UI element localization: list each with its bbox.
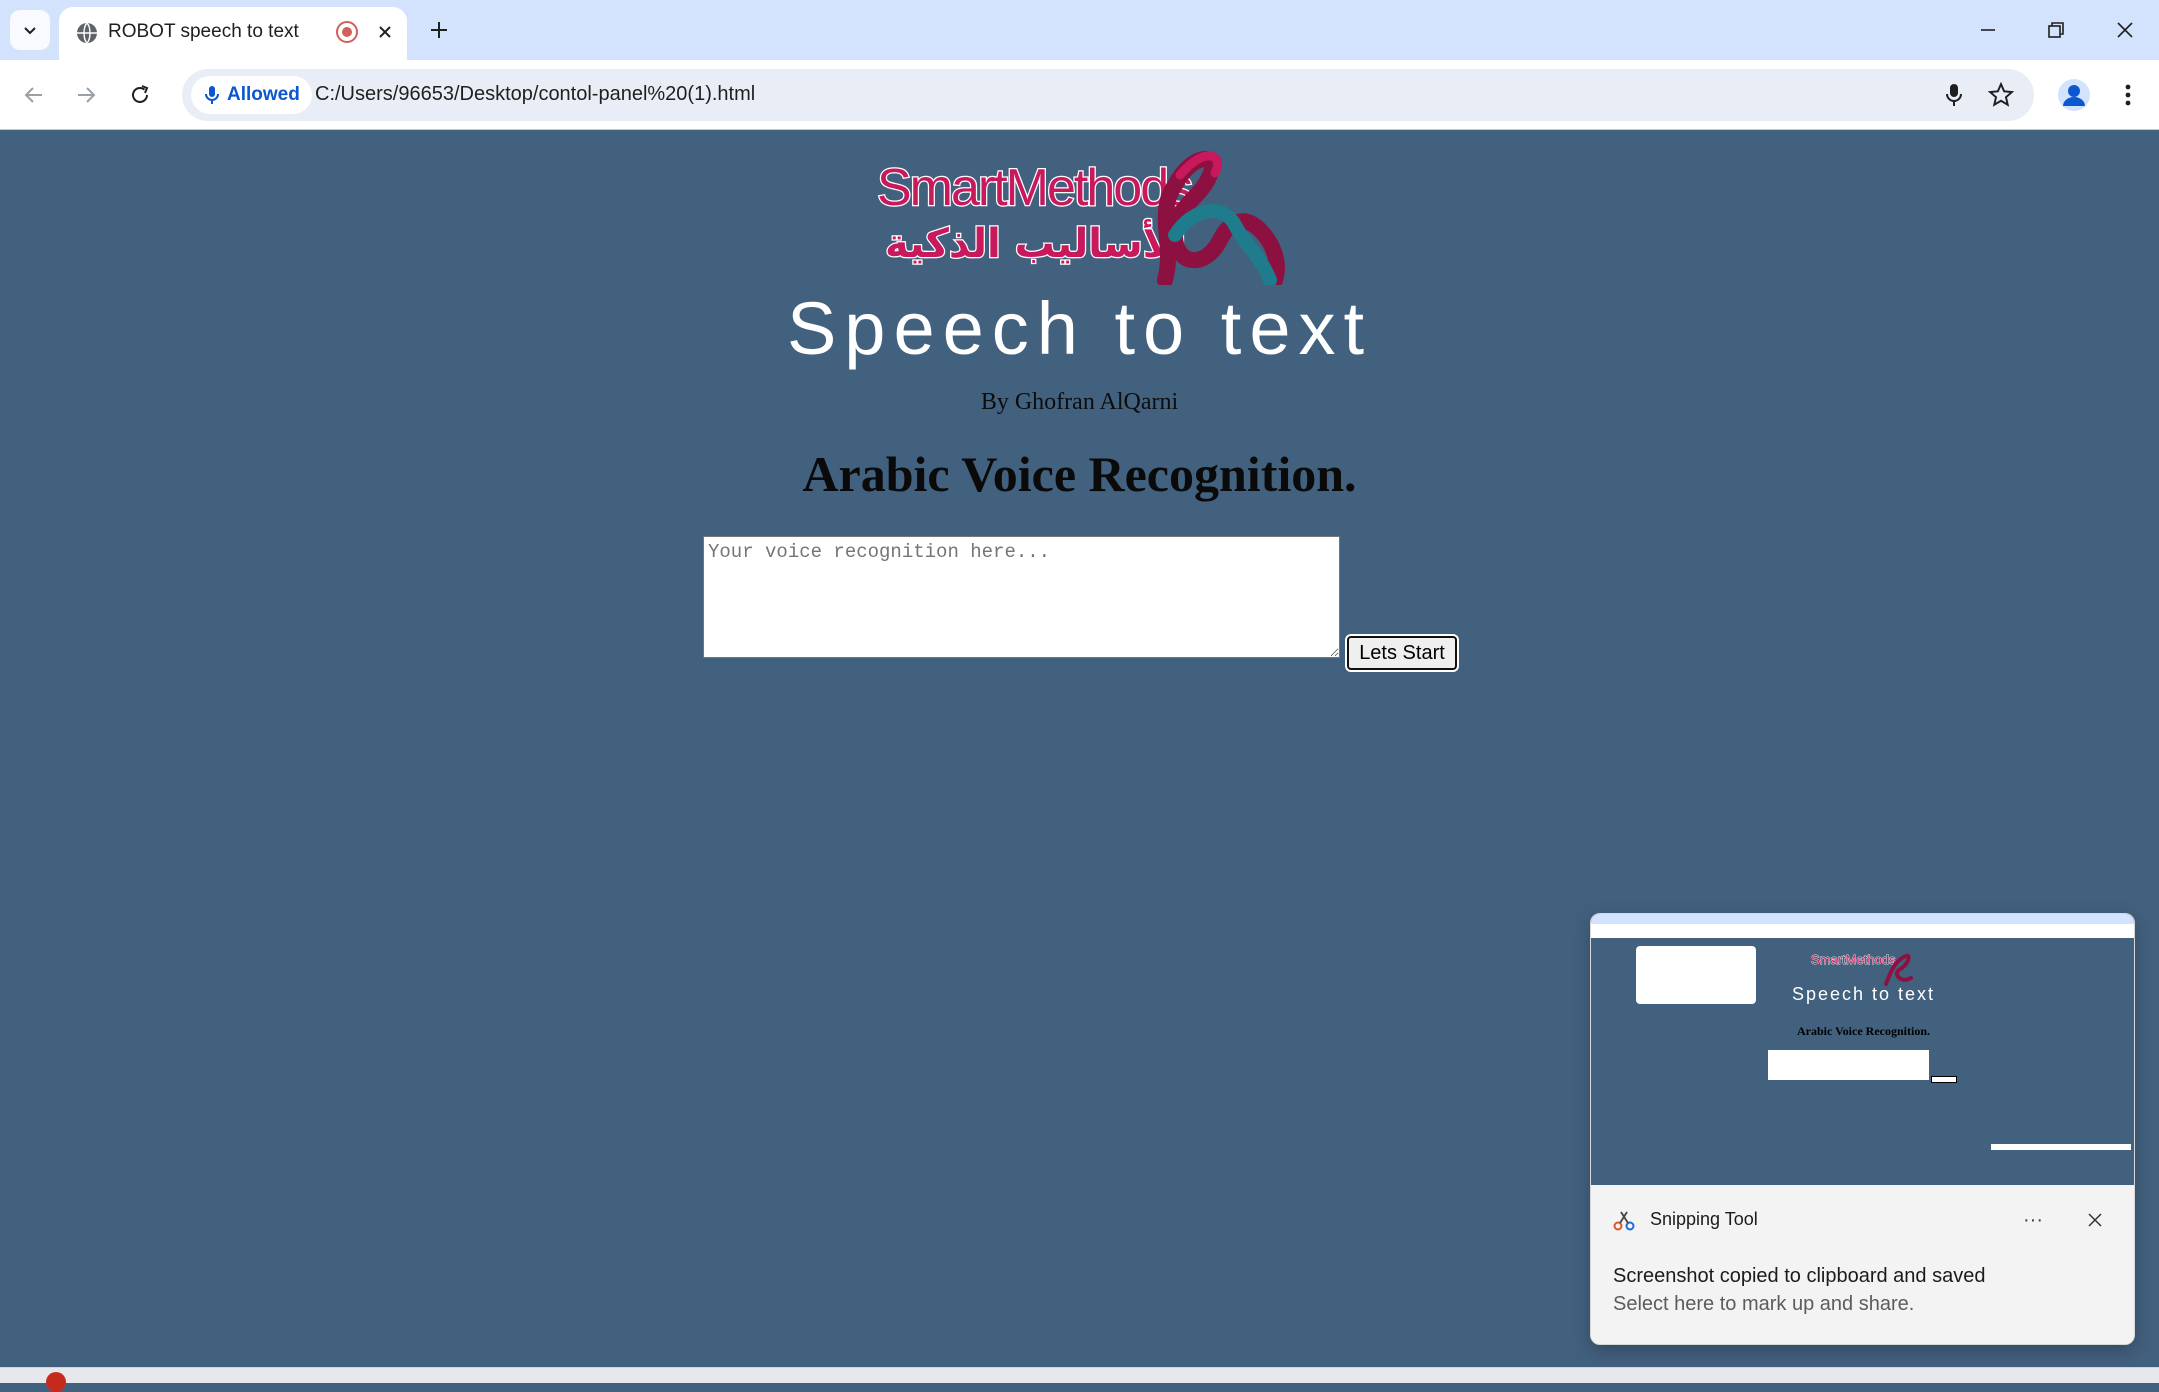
tab-strip: ROBOT speech to text [0, 0, 2159, 60]
arrow-right-icon [78, 87, 96, 103]
mic-in-use-button[interactable] [1938, 79, 1970, 111]
window-restore-button[interactable] [2036, 10, 2076, 50]
arrow-left-icon [24, 87, 42, 103]
new-tab-button[interactable] [422, 13, 456, 47]
microphone-icon [205, 86, 219, 104]
address-bar[interactable]: Allowed C:/Users/96653/Desktop/contol-pa… [182, 69, 2034, 121]
close-icon [2088, 1213, 2102, 1227]
notification-app-name: Snipping Tool [1650, 1209, 1758, 1229]
window-minimize-button[interactable] [1968, 10, 2008, 50]
thumbnail-headline: Speech to text [1791, 984, 1936, 1004]
plus-icon [431, 22, 447, 38]
minimize-icon [1981, 29, 1995, 31]
back-button[interactable] [14, 75, 54, 115]
taskbar-app-icon[interactable] [46, 1372, 66, 1392]
section-heading: Arabic Voice Recognition. [802, 446, 1357, 502]
notification-message: Screenshot copied to clipboard and saved [1613, 1265, 1986, 1287]
tab-title: ROBOT speech to text [108, 21, 299, 42]
taskbar-edge [0, 1367, 2159, 1392]
notification-more-button[interactable]: ··· [2016, 1205, 2050, 1235]
thumbnail-tabbar [1591, 914, 2134, 924]
microphone-icon [1946, 84, 1962, 106]
permission-label: Allowed [227, 84, 300, 105]
close-icon [379, 26, 391, 38]
browser-tab[interactable]: ROBOT speech to text [59, 7, 407, 60]
profile-button[interactable] [2055, 76, 2093, 114]
thumbnail-textarea [1768, 1050, 1929, 1080]
thumbnail-subheading: Arabic Voice Recognition. [1797, 1024, 1930, 1038]
svg-text:SmartMethods: SmartMethods [877, 159, 1192, 217]
star-icon [1988, 82, 2014, 107]
tab-close-button[interactable] [370, 17, 400, 47]
tab-search-button[interactable] [10, 10, 50, 50]
thumbnail-nested-preview [1991, 1144, 2131, 1184]
reload-icon [132, 85, 149, 103]
thumbnail-button [1931, 1076, 1957, 1083]
reload-button[interactable] [120, 75, 160, 115]
voice-recognition-textarea[interactable] [703, 536, 1340, 658]
svg-text:SmartMethods: SmartMethods [1811, 952, 1896, 967]
svg-text:الأساليب الذكية: الأساليب الذكية [885, 218, 1186, 267]
window-close-button[interactable] [2105, 10, 2145, 50]
lets-start-button[interactable]: Lets Start [1345, 634, 1459, 672]
snipping-tool-notification[interactable]: SmartMethods Speech to text Arabic Voice… [1590, 913, 2135, 1345]
restore-icon [2048, 22, 2064, 38]
close-icon [2117, 22, 2133, 38]
smartmethods-logo: SmartMethods الأساليب الذكية [876, 151, 1285, 285]
screenshot-thumbnail[interactable]: SmartMethods Speech to text Arabic Voice… [1591, 914, 2134, 1185]
notification-close-button[interactable] [2078, 1205, 2112, 1235]
recording-indicator-icon [336, 21, 358, 43]
mic-permission-chip[interactable]: Allowed [191, 76, 312, 114]
more-vertical-icon [2125, 84, 2131, 106]
thumbnail-toolbar [1591, 924, 2134, 938]
thumbnail-logo: SmartMethods [1811, 952, 1913, 986]
notification-body[interactable]: Snipping Tool ··· Screenshot copied to c… [1591, 1185, 2134, 1344]
chevron-down-icon [24, 27, 36, 35]
avatar-icon [2058, 79, 2090, 111]
snipping-tool-icon [1613, 1211, 1635, 1231]
browser-toolbar: Allowed C:/Users/96653/Desktop/contol-pa… [0, 60, 2159, 130]
notification-hint: Select here to mark up and share. [1613, 1293, 1915, 1315]
browser-menu-button[interactable] [2110, 76, 2146, 114]
url-text[interactable]: C:/Users/96653/Desktop/contol-panel%20(1… [315, 83, 755, 106]
page-headline: Speech to text [786, 287, 1373, 370]
author-byline: By Ghofran AlQarni [980, 389, 1179, 415]
globe-icon [77, 22, 97, 44]
forward-button[interactable] [66, 75, 106, 115]
bookmark-button[interactable] [1985, 79, 2017, 111]
